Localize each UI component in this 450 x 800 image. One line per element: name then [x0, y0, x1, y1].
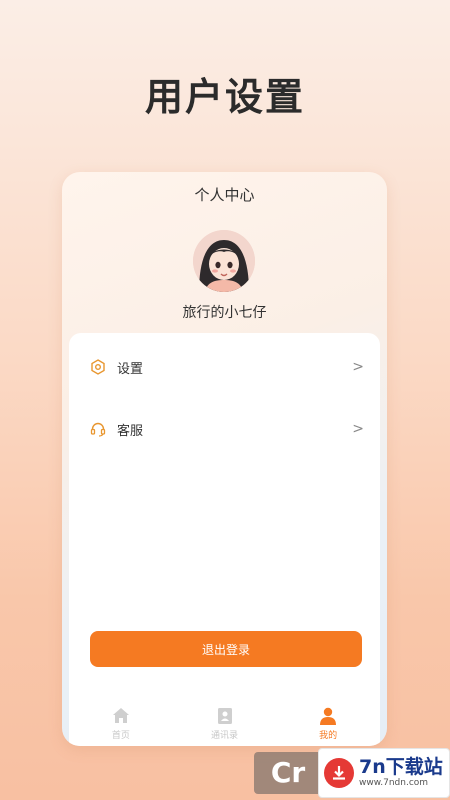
watermark-logo: Cr	[254, 752, 322, 794]
settings-hex-icon	[89, 358, 107, 376]
tab-mine-label: 我的	[319, 730, 338, 741]
tab-mine[interactable]: 我的	[276, 700, 380, 746]
menu-item-settings[interactable]: 设置 >	[89, 347, 364, 387]
settings-card: 设置 > 客服 > 退出登录 首页 通讯录 我的	[69, 333, 380, 746]
bottom-tab-bar: 首页 通讯录 我的	[69, 700, 380, 746]
home-icon	[111, 706, 131, 726]
phone-mockup: 个人中心 旅行的小七仔 设置 > 客服 > 退出登录 首页 通讯录 我的	[62, 172, 387, 746]
watermark-title: 7n下载站	[359, 756, 443, 778]
tab-contacts[interactable]: 通讯录	[173, 700, 277, 746]
logout-button[interactable]: 退出登录	[90, 631, 362, 667]
menu-item-customer-service-label: 客服	[117, 423, 144, 439]
contact-card-icon	[215, 706, 235, 726]
username: 旅行的小七仔	[182, 305, 267, 321]
tab-home-label: 首页	[111, 730, 130, 741]
watermark-badge: 7n下载站 www.7ndn.com	[318, 748, 450, 798]
avatar-illustration-icon	[193, 230, 255, 292]
page-headline: 用户设置	[144, 75, 305, 119]
menu-item-settings-label: 设置	[117, 361, 144, 377]
download-icon	[324, 758, 354, 788]
chevron-right-icon: >	[352, 359, 364, 375]
headset-icon	[89, 420, 107, 438]
watermark-url: www.7ndn.com	[359, 778, 429, 788]
chevron-right-icon: >	[352, 421, 364, 437]
menu-item-customer-service[interactable]: 客服 >	[89, 409, 364, 449]
user-icon	[318, 706, 338, 726]
avatar[interactable]	[193, 230, 255, 292]
tab-home[interactable]: 首页	[69, 700, 173, 746]
screen-title: 个人中心	[194, 186, 255, 204]
tab-contacts-label: 通讯录	[211, 730, 239, 741]
